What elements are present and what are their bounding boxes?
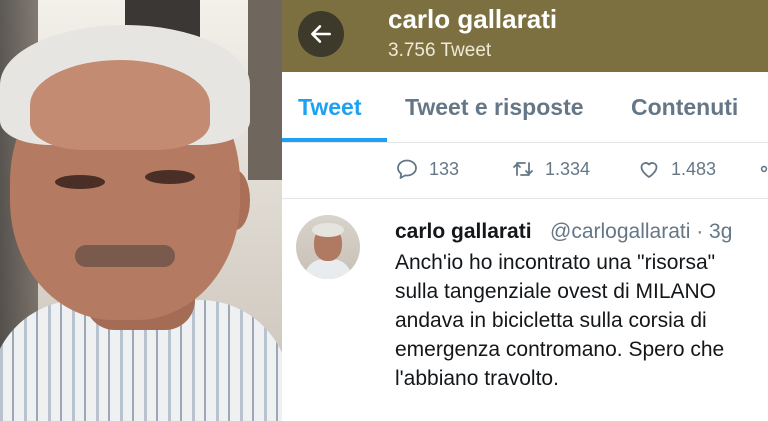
more-icon [760, 165, 768, 173]
tweet-count: 3.756 Tweet [388, 40, 492, 61]
photo-forehead [30, 60, 210, 150]
photo-shelf [248, 0, 282, 180]
reply-button[interactable]: 133 [395, 157, 459, 181]
retweet-icon [513, 162, 533, 176]
tab-tweet[interactable]: Tweet [298, 94, 361, 121]
tweet-author-handle: @carlogallarati · 3g [550, 220, 733, 243]
like-count: 1.483 [671, 158, 717, 179]
avatar[interactable] [296, 215, 360, 279]
heart-icon [640, 162, 658, 178]
tweet-text: Anch'io ho incontrato una "risorsa" sull… [395, 248, 768, 393]
avatar-hair [312, 223, 344, 237]
tab-tweet-e-risposte[interactable]: Tweet e risposte [405, 94, 584, 121]
tab-contenuti[interactable]: Contenuti [631, 94, 738, 121]
profile-name: carlo gallarati [388, 4, 558, 34]
tweet-text-line: andava in bicicletta sulla corsia di [395, 309, 707, 332]
twitter-profile-panel: carlo gallarati 3.756 Tweet Tweet Tweet … [282, 0, 768, 421]
tweet-text-line: sulla tangenziale ovest di MILANO [395, 280, 716, 303]
tweet-author-name[interactable]: carlo gallarati [395, 220, 532, 244]
photo-mustache [75, 245, 175, 267]
tweet-text-line: Anch'io ho incontrato una "risorsa" [395, 251, 716, 274]
tweet-text-line: emergenza contromano. Spero che [395, 338, 725, 361]
photo-eye-left [55, 175, 105, 189]
reply-count: 133 [429, 158, 460, 179]
previous-tweet-actions: 133 1.334 1.483 [282, 142, 768, 199]
more-button[interactable] [759, 157, 768, 181]
retweet-button[interactable]: 1.334 [511, 157, 590, 181]
retweet-count: 1.334 [545, 158, 591, 179]
avatar-body [304, 259, 352, 279]
tweet-text-line: l'abbiano travolto. [395, 367, 559, 390]
profile-header: carlo gallarati 3.756 Tweet [282, 0, 768, 72]
arrow-left-icon [311, 25, 331, 43]
reply-icon [397, 159, 417, 179]
profile-tabs: Tweet Tweet e risposte Contenuti [282, 72, 768, 143]
tweet[interactable]: carlo gallarati @carlogallarati · 3g Anc… [282, 198, 768, 421]
back-button[interactable] [298, 11, 344, 57]
profile-photo [0, 0, 282, 421]
photo-eye-right [145, 170, 195, 184]
like-button[interactable]: 1.483 [637, 157, 716, 181]
